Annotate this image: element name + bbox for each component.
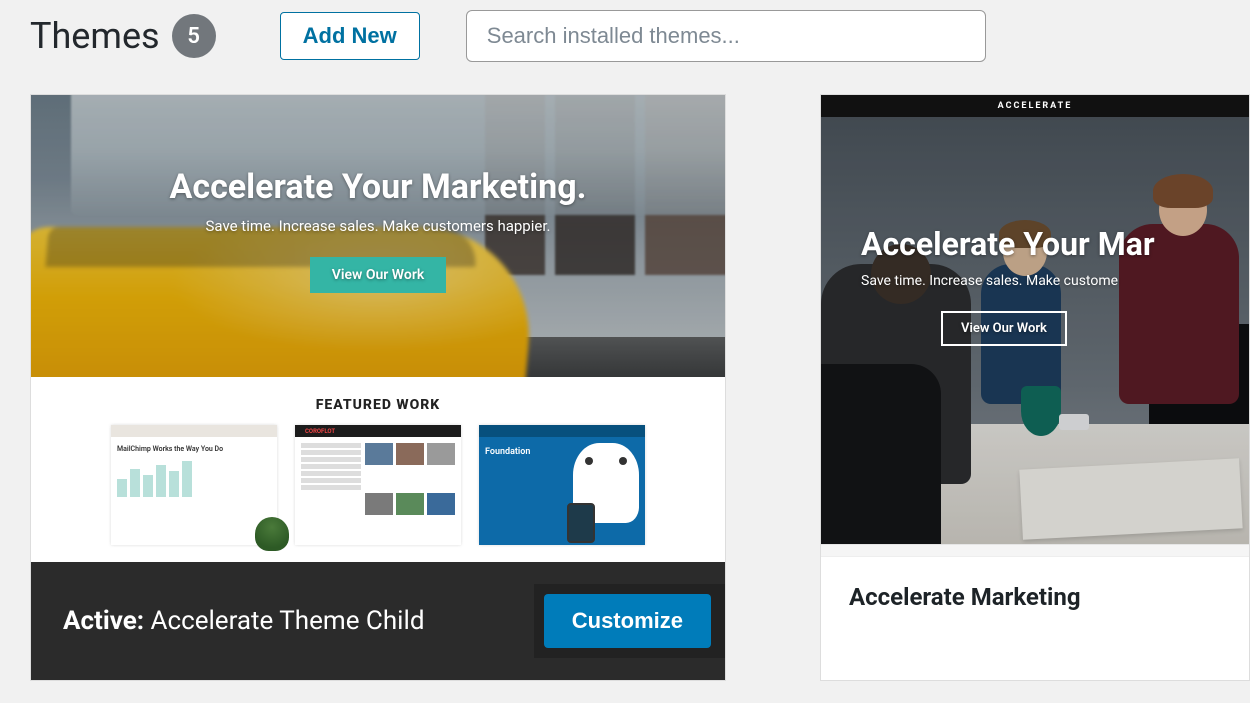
featured-title: FEATURED WORK [31,397,725,413]
theme-logo: ACCELERATE [821,95,1249,117]
hero-heading: Accelerate Your Marketing. [31,167,725,207]
theme-card[interactable]: ACCELERATE Accelerate Your Mar Save time… [820,94,1250,681]
theme-card-active[interactable]: Accelerate Your Marketing. Save time. In… [30,94,726,681]
search-themes-input[interactable] [466,10,986,62]
add-new-button[interactable]: Add New [280,12,420,60]
hero-cta: View Our Work [941,311,1067,346]
work1-title: MailChimp Works the Way You Do [117,445,271,453]
theme-screenshot: Accelerate Your Marketing. Save time. In… [31,95,725,562]
theme-name: Accelerate Marketing [849,583,1221,611]
hero-cta: View Our Work [310,257,447,293]
active-theme-name: Accelerate Theme Child [151,606,425,636]
hero-subheading: Save time. Increase sales. Make custome [861,273,1249,289]
customize-button[interactable]: Customize [544,594,711,648]
theme-footer: Active: Accelerate Theme Child Customize [31,562,725,680]
active-prefix: Active: [63,606,144,636]
work2-brand: COROFLOT [301,428,335,435]
featured-work-item: COROFLOT [295,425,461,545]
featured-work-item: MailChimp Works the Way You Do [111,425,277,545]
featured-work-row: MailChimp Works the Way You Do COROFLOT [31,425,725,561]
hero-subheading: Save time. Increase sales. Make customer… [31,217,725,235]
theme-footer: Accelerate Marketing [821,556,1249,637]
theme-screenshot: ACCELERATE Accelerate Your Mar Save time… [821,95,1249,556]
themes-count-badge: 5 [172,14,216,58]
hero-heading: Accelerate Your Mar [861,225,1249,263]
page-title: Themes [30,15,160,57]
featured-work-item: Foundation [479,425,645,545]
